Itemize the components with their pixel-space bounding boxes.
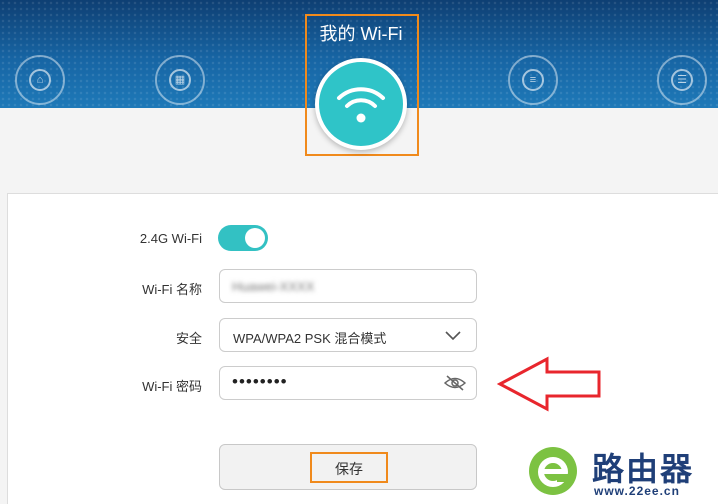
password-field[interactable]: •••••••• xyxy=(219,366,477,400)
active-tab-title[interactable]: 我的 Wi-Fi xyxy=(306,20,416,46)
home-icon: ⌂ xyxy=(15,55,65,105)
ssid-label: Wi-Fi 名称 xyxy=(142,282,202,297)
ssid-input[interactable] xyxy=(232,270,447,302)
watermark-url: www.22ee.cn xyxy=(594,484,680,498)
nav-item-devices[interactable]: ▦ xyxy=(135,0,225,108)
eye-hidden-icon[interactable] xyxy=(443,374,467,392)
password-label: Wi-Fi 密码 xyxy=(142,379,202,394)
annotation-arrow-icon xyxy=(497,356,601,412)
security-selected-value: WPA/WPA2 PSK 混合模式 xyxy=(233,331,387,346)
chevron-down-icon xyxy=(445,331,461,341)
devices-icon: ▦ xyxy=(155,55,205,105)
wifi-24g-label: 2.4G Wi-Fi xyxy=(139,231,202,246)
nav-item-more[interactable]: ☰ xyxy=(637,0,718,108)
wifi-24g-toggle[interactable] xyxy=(218,225,268,251)
more-icon: ☰ xyxy=(657,55,707,105)
wifi-icon[interactable] xyxy=(315,58,407,150)
nav-item-tools[interactable]: ≡ xyxy=(488,0,578,108)
security-label: 安全 xyxy=(175,331,202,346)
security-select[interactable]: WPA/WPA2 PSK 混合模式 xyxy=(219,318,477,352)
watermark-logo-icon xyxy=(529,447,577,495)
save-button-label[interactable]: 保存 xyxy=(310,459,388,479)
password-masked-value: •••••••• xyxy=(232,372,288,391)
tools-icon: ≡ xyxy=(508,55,558,105)
ssid-field[interactable] xyxy=(219,269,477,303)
nav-item-home[interactable]: ⌂ xyxy=(0,0,85,108)
